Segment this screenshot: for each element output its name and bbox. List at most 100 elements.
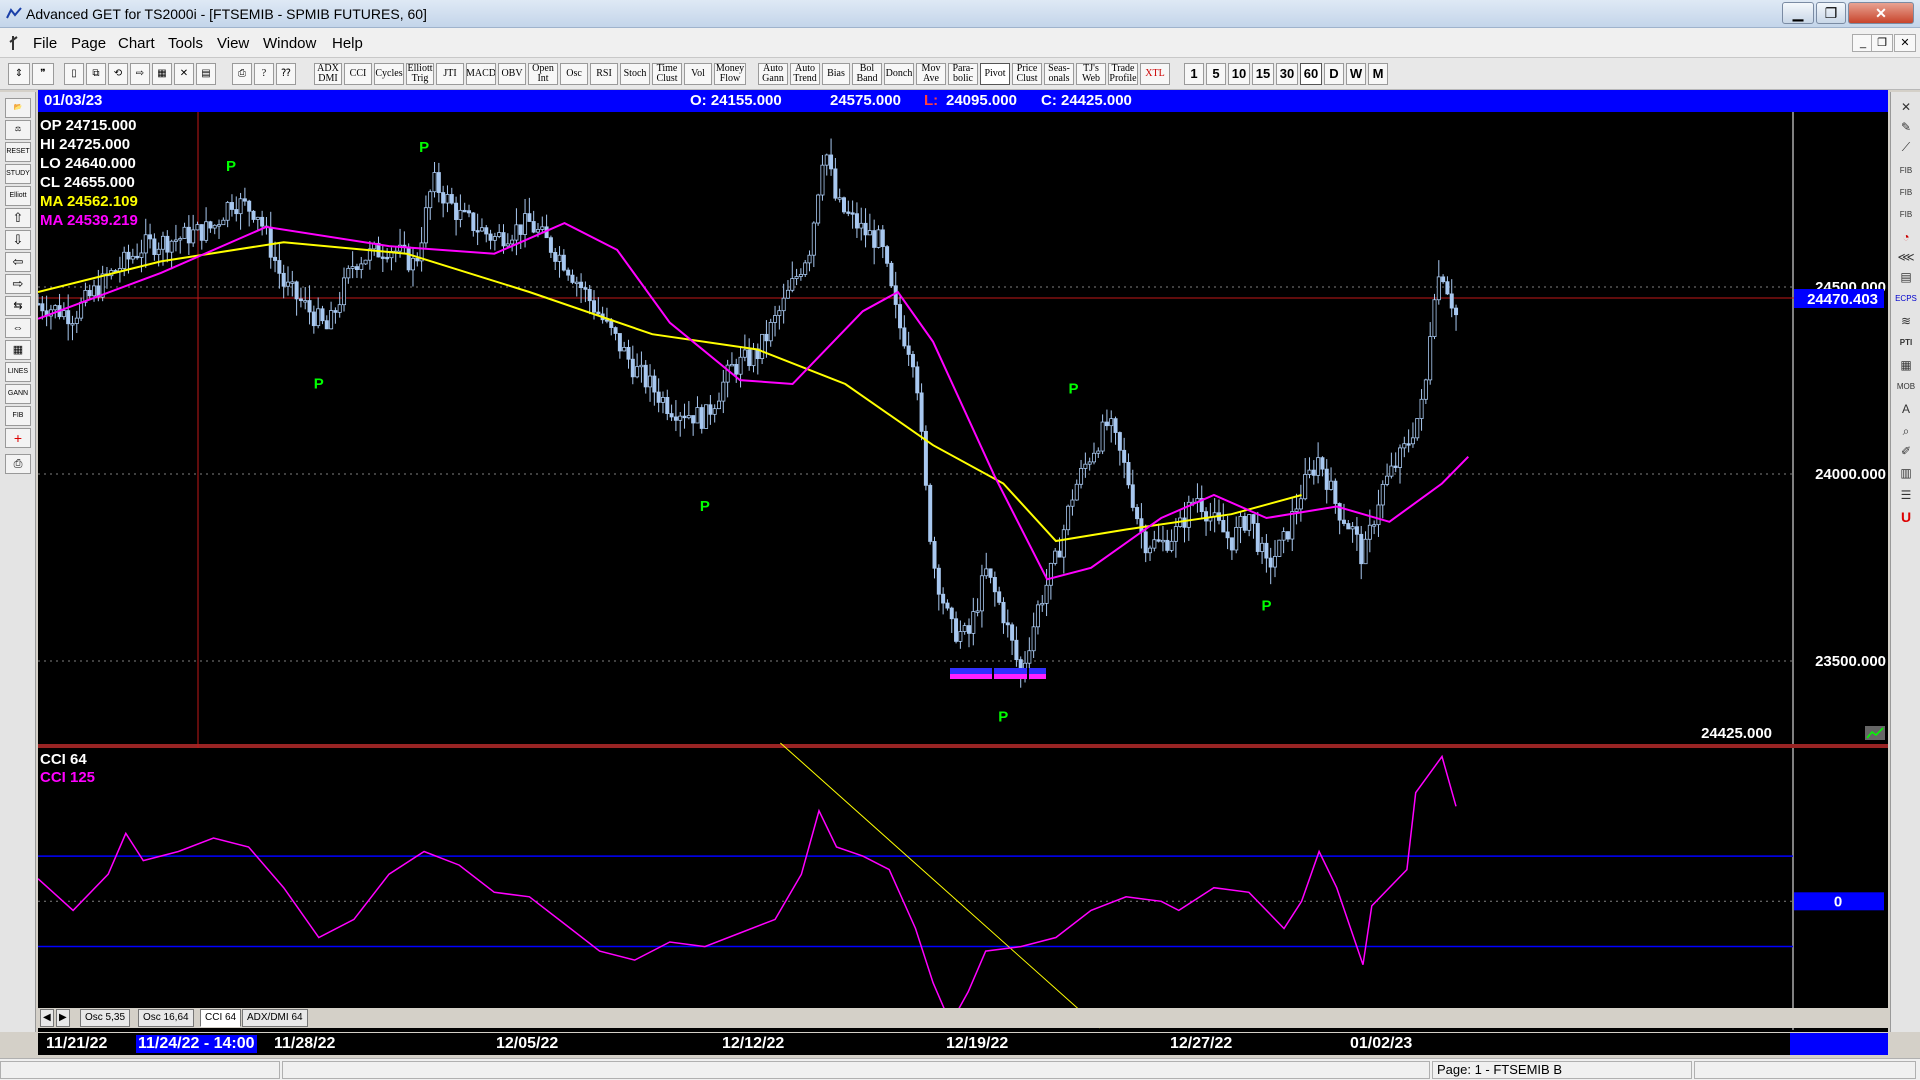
study-tool-button[interactable]: STUDY: [5, 164, 31, 184]
sync-icon[interactable]: ⟲: [108, 63, 128, 85]
restore-button[interactable]: ❐: [1816, 2, 1846, 24]
fib-ret-button[interactable]: FIB RET: [1895, 162, 1917, 180]
tab-scroll-right-icon[interactable]: ▶: [56, 1009, 70, 1027]
marker-icon[interactable]: ✐: [1895, 442, 1917, 460]
wave-icon[interactable]: ≋: [1895, 312, 1917, 330]
grid-icon[interactable]: ▦: [152, 63, 172, 85]
interval-5-button[interactable]: 5: [1206, 63, 1226, 85]
study-stoch-button[interactable]: Stoch: [620, 63, 650, 85]
price-chart[interactable]: PPPPPPP 24500.000 24000.000 23500.000 24…: [38, 112, 1888, 1032]
interval-w-button[interactable]: W: [1346, 63, 1366, 85]
study-osc-button[interactable]: Osc: [560, 63, 588, 85]
mini-chart-icon[interactable]: [1865, 726, 1885, 740]
menu-chart[interactable]: Chart: [118, 35, 155, 52]
study-donch-button[interactable]: Donch: [884, 63, 914, 85]
open-folder-icon[interactable]: 📂: [5, 98, 31, 118]
print-icon[interactable]: ⎙: [232, 63, 252, 85]
fib-tool-button[interactable]: FIB: [5, 406, 31, 426]
elliott-tool-button[interactable]: Elliott: [5, 186, 31, 206]
mdi-restore-icon[interactable]: ❐: [1871, 34, 1893, 52]
interval-60-button[interactable]: 60: [1300, 63, 1322, 85]
interval-1-button[interactable]: 1: [1184, 63, 1204, 85]
study-open-int-button[interactable]: Open Int: [528, 63, 558, 85]
study-trade-profile-button[interactable]: Trade Profile: [1108, 63, 1138, 85]
study-money-flow-button[interactable]: Money Flow: [714, 63, 746, 85]
erase-icon[interactable]: ✕: [1895, 98, 1917, 116]
calendar-icon[interactable]: ▥: [1895, 464, 1917, 482]
mdi-close-icon[interactable]: ✕: [1894, 34, 1916, 52]
tab-cci-64[interactable]: CCI 64: [200, 1009, 242, 1027]
zoom-icon[interactable]: ⌕: [1895, 422, 1917, 440]
study-cci-button[interactable]: CCI: [344, 63, 372, 85]
study-xtl-button[interactable]: XTL: [1140, 63, 1170, 85]
tab-osc-5-35[interactable]: Osc 5,35: [80, 1009, 131, 1027]
study-macd-button[interactable]: MACD: [466, 63, 496, 85]
arrow-right-icon[interactable]: ⇨: [5, 274, 31, 294]
arc-icon[interactable]: ◔: [1895, 228, 1917, 246]
compress-icon[interactable]: ⇆: [5, 296, 31, 316]
forward-icon[interactable]: ⇨: [130, 63, 150, 85]
scale-icon[interactable]: ⚖: [5, 120, 31, 140]
study-jti-button[interactable]: JTI: [436, 63, 464, 85]
menu-help[interactable]: Help: [332, 35, 363, 52]
menu-window[interactable]: Window: [263, 35, 316, 52]
channel-icon[interactable]: ▤: [1895, 268, 1917, 286]
context-help-icon[interactable]: ⁇: [276, 63, 296, 85]
study-adx-dmi-button[interactable]: ADX DMI: [314, 63, 342, 85]
gann-tool-button[interactable]: GANN: [5, 384, 31, 404]
pencil-icon[interactable]: ✎: [1895, 118, 1917, 136]
study-cycles-button[interactable]: Cycles: [374, 63, 404, 85]
expand-icon[interactable]: ⇔: [5, 318, 31, 338]
calculator-icon[interactable]: ▦: [5, 340, 31, 360]
arrow-up-icon[interactable]: ⇧: [5, 208, 31, 228]
study-tjs-web-button[interactable]: TJ's Web: [1076, 63, 1106, 85]
print-small-icon[interactable]: ⎙: [5, 454, 31, 474]
text-tool-icon[interactable]: A: [1895, 400, 1917, 418]
panel-separator[interactable]: [38, 744, 1888, 748]
study-bias-button[interactable]: Bias: [822, 63, 850, 85]
tile-icon[interactable]: ▤: [196, 63, 216, 85]
list-icon[interactable]: ☰: [1895, 486, 1917, 504]
tab-scroll-left-icon[interactable]: ◀: [40, 1009, 54, 1027]
fib-ext-button[interactable]: FIB EXT: [1895, 184, 1917, 202]
chart-area[interactable]: PPPPPPP 24500.000 24000.000 23500.000 24…: [38, 112, 1888, 1032]
tab-adx-dmi-64[interactable]: ADX/DMI 64: [242, 1009, 308, 1027]
magnet-icon[interactable]: U: [1895, 508, 1917, 526]
cross-icon[interactable]: ✕: [174, 63, 194, 85]
study-auto-gann-button[interactable]: Auto Gann: [758, 63, 788, 85]
fib-time-button[interactable]: FIB TIME: [1895, 206, 1917, 224]
arrow-left-icon[interactable]: ⇦: [5, 252, 31, 272]
tab-osc-16-64[interactable]: Osc 16,64: [138, 1009, 194, 1027]
menu-file[interactable]: File: [33, 35, 57, 52]
study-obv-button[interactable]: OBV: [498, 63, 526, 85]
study-vol-button[interactable]: Vol: [684, 63, 712, 85]
fan-icon[interactable]: ⋘: [1895, 248, 1917, 266]
quote-icon[interactable]: ❞: [32, 63, 54, 85]
lines-tool-button[interactable]: LINES: [5, 362, 31, 382]
new-page-icon[interactable]: ▯: [64, 63, 84, 85]
ecps-button[interactable]: ECPS: [1895, 290, 1917, 308]
help-icon[interactable]: ?: [254, 63, 274, 85]
crosshair-icon[interactable]: +: [5, 428, 31, 448]
menu-tools[interactable]: Tools: [168, 35, 203, 52]
study-seasonals-button[interactable]: Seas-onals: [1044, 63, 1074, 85]
study-time-clust-button[interactable]: Time Clust: [652, 63, 682, 85]
close-button[interactable]: ✕: [1848, 2, 1914, 24]
interval-15-button[interactable]: 15: [1252, 63, 1274, 85]
study-price-clust-button[interactable]: Price Clust: [1012, 63, 1042, 85]
pti-button[interactable]: PTI: [1895, 334, 1917, 352]
study-rsi-button[interactable]: RSI: [590, 63, 618, 85]
pointer-icon[interactable]: ⇕: [8, 63, 30, 85]
interval-m-button[interactable]: M: [1368, 63, 1388, 85]
study-mov-ave-button[interactable]: Mov Ave: [916, 63, 946, 85]
interval-30-button[interactable]: 30: [1276, 63, 1298, 85]
copy-icon[interactable]: ⧉: [86, 63, 106, 85]
menu-page[interactable]: Page: [71, 35, 106, 52]
mob-button[interactable]: MOB: [1895, 378, 1917, 396]
study-parabolic-button[interactable]: Para-bolic: [948, 63, 978, 85]
reset-button[interactable]: RESET: [5, 142, 31, 162]
interval-10-button[interactable]: 10: [1228, 63, 1250, 85]
study-pivot-button[interactable]: Pivot: [980, 63, 1010, 85]
menu-view[interactable]: View: [217, 35, 249, 52]
study-elliott-trig-button[interactable]: Elliott Trig: [406, 63, 434, 85]
